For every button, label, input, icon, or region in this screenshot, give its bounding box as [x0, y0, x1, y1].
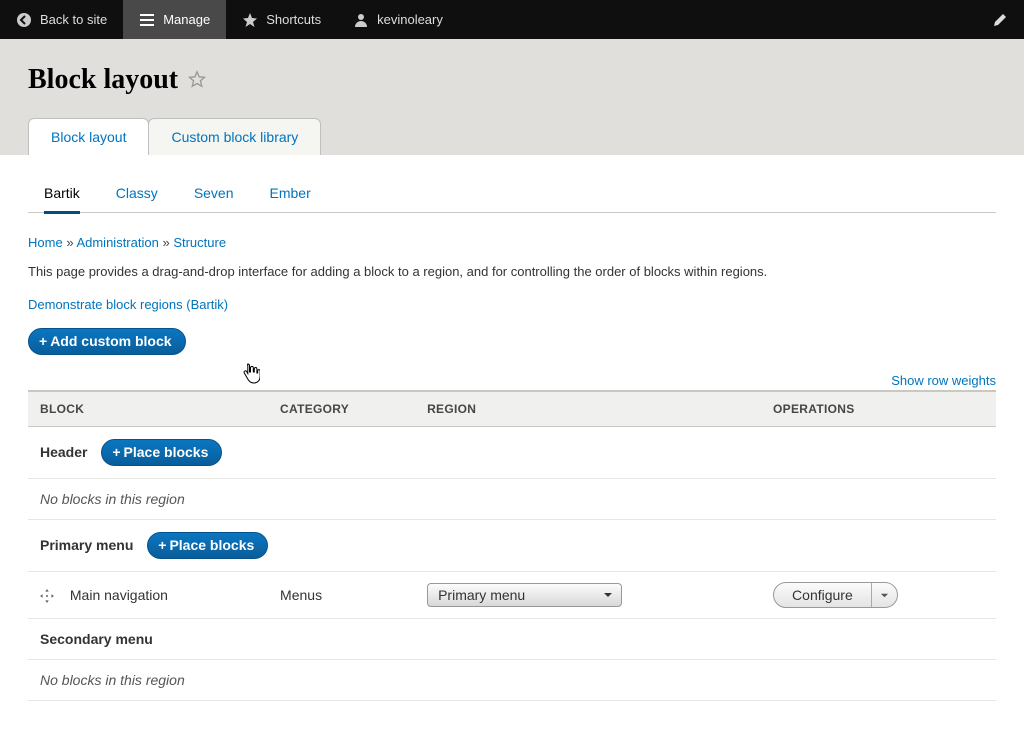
theme-tab-label: Bartik	[44, 185, 80, 201]
configure-button[interactable]: Configure	[774, 583, 871, 607]
chevron-down-icon	[880, 587, 889, 603]
theme-tab-label: Classy	[116, 185, 158, 201]
hamburger-icon	[139, 12, 155, 28]
admin-toolbar: Back to site Manage Shortcuts kevinolear…	[0, 0, 1024, 39]
region-select-value: Primary menu	[438, 587, 525, 603]
tab-block-layout[interactable]: Block layout	[28, 118, 149, 155]
primary-tabs: Block layout Custom block library	[28, 118, 996, 155]
add-custom-block-button[interactable]: + Add custom block	[28, 328, 186, 355]
page-title-text: Block layout	[28, 64, 178, 96]
empty-msg: No blocks in this region	[28, 660, 996, 701]
region-row-primary-menu: Primary menu + Place blocks	[28, 520, 996, 572]
col-category: CATEGORY	[268, 391, 415, 427]
breadcrumb-home[interactable]: Home	[28, 235, 63, 250]
place-blocks-button-header[interactable]: + Place blocks	[101, 439, 222, 466]
block-category: Menus	[268, 572, 415, 619]
theme-tab-label: Seven	[194, 185, 234, 201]
theme-tab-seven[interactable]: Seven	[194, 175, 234, 214]
tab-custom-block-library[interactable]: Custom block library	[148, 118, 321, 155]
back-icon	[16, 12, 32, 28]
theme-tab-label: Ember	[270, 185, 311, 201]
demonstrate-regions-link[interactable]: Demonstrate block regions (Bartik)	[28, 297, 996, 312]
star-icon	[242, 12, 258, 28]
add-custom-label: Add custom block	[50, 333, 171, 349]
empty-region-header: No blocks in this region	[28, 479, 996, 520]
breadcrumb-sep: »	[162, 235, 169, 250]
plus-icon: +	[158, 538, 166, 552]
region-row-header: Header + Place blocks	[28, 427, 996, 479]
back-to-site-button[interactable]: Back to site	[0, 0, 123, 39]
manage-button[interactable]: Manage	[123, 0, 226, 39]
person-icon	[353, 12, 369, 28]
region-label: Header	[40, 444, 87, 460]
region-label: Primary menu	[40, 537, 133, 553]
col-block: BLOCK	[28, 391, 268, 427]
region-row-secondary-menu: Secondary menu	[28, 619, 996, 660]
place-blocks-label: Place blocks	[124, 444, 209, 460]
operations-dropdown-toggle[interactable]	[871, 583, 897, 607]
drag-handle-icon[interactable]	[40, 587, 70, 603]
back-label: Back to site	[40, 12, 107, 27]
block-row-main-navigation[interactable]: Main navigation Menus Primary menu Confi…	[28, 572, 996, 619]
breadcrumb: Home » Administration » Structure	[28, 235, 996, 250]
user-label: kevinoleary	[377, 12, 443, 27]
tab-label: Block layout	[51, 129, 126, 145]
place-blocks-label: Place blocks	[169, 537, 254, 553]
page-description: This page provides a drag-and-drop inter…	[28, 264, 996, 279]
empty-region-secondary: No blocks in this region	[28, 660, 996, 701]
region-label: Secondary menu	[40, 631, 153, 647]
plus-icon: +	[39, 334, 47, 348]
place-blocks-button-primary[interactable]: + Place blocks	[147, 532, 268, 559]
block-name: Main navigation	[70, 587, 168, 603]
plus-icon: +	[112, 445, 120, 459]
show-row-weights-link[interactable]: Show row weights	[891, 373, 996, 388]
chevron-down-icon	[603, 587, 613, 603]
theme-tab-classy[interactable]: Classy	[116, 175, 158, 214]
theme-tabs: Bartik Classy Seven Ember	[28, 175, 996, 213]
breadcrumb-structure[interactable]: Structure	[173, 235, 226, 250]
operations-dropbutton: Configure	[773, 582, 898, 608]
edit-button[interactable]	[976, 0, 1024, 39]
col-operations: OPERATIONS	[761, 391, 996, 427]
shortcuts-label: Shortcuts	[266, 12, 321, 27]
manage-label: Manage	[163, 12, 210, 27]
configure-label: Configure	[792, 587, 853, 603]
page-title: Block layout	[28, 64, 996, 96]
shortcuts-button[interactable]: Shortcuts	[226, 0, 337, 39]
tab-label: Custom block library	[171, 129, 298, 145]
user-button[interactable]: kevinoleary	[337, 0, 459, 39]
pencil-icon	[992, 12, 1008, 28]
breadcrumb-admin[interactable]: Administration	[76, 235, 158, 250]
region-select[interactable]: Primary menu	[427, 583, 622, 607]
favorite-star-icon[interactable]	[188, 64, 206, 96]
breadcrumb-sep: »	[66, 235, 73, 250]
theme-tab-ember[interactable]: Ember	[270, 175, 311, 214]
theme-tab-bartik[interactable]: Bartik	[44, 175, 80, 214]
empty-msg: No blocks in this region	[28, 479, 996, 520]
blocks-table: BLOCK CATEGORY REGION OPERATIONS Header …	[28, 390, 996, 701]
col-region: REGION	[415, 391, 761, 427]
